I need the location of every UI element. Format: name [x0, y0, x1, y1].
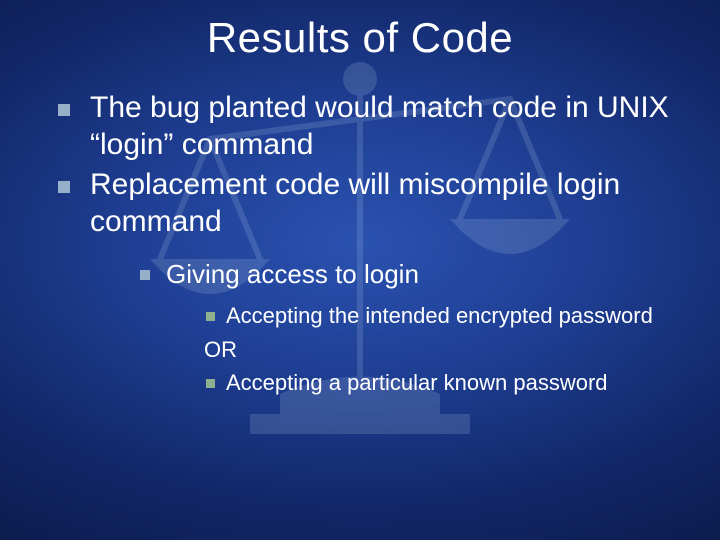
bullet-list-lvl2: Giving access to login Accepting the int…: [90, 258, 690, 398]
list-item: Giving access to login Accepting the int…: [132, 258, 690, 398]
bullet-text: Giving access to login: [166, 259, 419, 289]
bullet-list: The bug planted would match code in UNIX…: [0, 90, 720, 398]
bullet-text: Accepting the intended encrypted passwor…: [226, 303, 653, 328]
list-item: Replacement code will miscompile login c…: [48, 167, 690, 398]
list-item: The bug planted would match code in UNIX…: [48, 90, 690, 163]
bullet-text: OR: [204, 337, 237, 362]
slide-content: Results of Code The bug planted would ma…: [0, 0, 720, 398]
bullet-list-lvl3: Accepting the intended encrypted passwor…: [166, 301, 690, 398]
list-item: Accepting the intended encrypted passwor…: [200, 301, 690, 331]
list-item: OR: [200, 335, 690, 365]
bullet-text: Replacement code will miscompile login c…: [90, 168, 620, 238]
slide: Results of Code The bug planted would ma…: [0, 0, 720, 540]
bullet-text: Accepting a particular known password: [226, 370, 608, 395]
bullet-text: The bug planted would match code in UNIX…: [90, 91, 669, 161]
list-item: Accepting a particular known password: [200, 368, 690, 398]
slide-title: Results of Code: [0, 0, 720, 62]
